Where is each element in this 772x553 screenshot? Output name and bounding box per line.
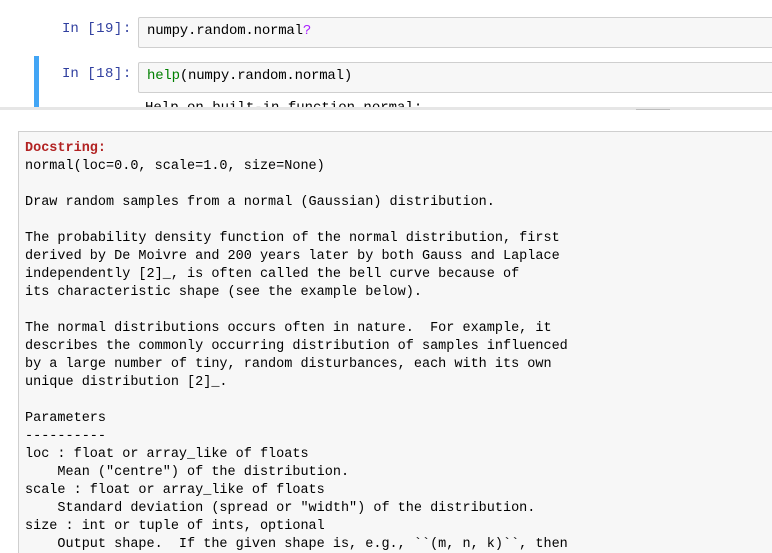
docstring-line: loc : float or array_like of floats	[25, 447, 309, 462]
code-help-operator: ?	[302, 23, 312, 39]
docstring-line: derived by De Moivre and 200 years later…	[25, 249, 560, 264]
notebook-area: In [19]: numpy.random.normal? In [18]: h…	[0, 0, 772, 109]
input-prompt: In [19]:	[62, 21, 132, 37]
prompt-number: [18]:	[87, 66, 132, 82]
docstring-header: Docstring:	[25, 141, 107, 156]
docstring-line: Output shape. If the given shape is, e.g…	[25, 537, 568, 552]
docstring-line: normal(loc=0.0, scale=1.0, size=None)	[25, 159, 325, 174]
docstring-line: size : int or tuple of ints, optional	[25, 519, 325, 534]
docstring-body: normal(loc=0.0, scale=1.0, size=None) Dr…	[25, 159, 568, 552]
code-cell[interactable]: In [19]: numpy.random.normal?	[36, 11, 772, 49]
docstring-line: Mean ("centre") of the distribution.	[25, 465, 350, 480]
docstring-line: its characteristic shape (see the exampl…	[25, 285, 422, 300]
input-prompt: In [18]:	[62, 66, 132, 82]
code-input[interactable]: numpy.random.normal?	[138, 17, 772, 48]
selection-indicator	[34, 56, 39, 109]
docstring-text: Docstring: normal(loc=0.0, scale=1.0, si…	[25, 140, 568, 553]
docstring-line: Parameters	[25, 411, 107, 426]
code-args: (numpy.random.normal)	[179, 68, 353, 84]
docstring-line: The normal distributions occurs often in…	[25, 321, 552, 336]
docstring-line: describes the commonly occurring distrib…	[25, 339, 568, 354]
help-pager[interactable]: Docstring: normal(loc=0.0, scale=1.0, si…	[0, 113, 772, 553]
docstring-line: scale : float or array_like of floats	[25, 483, 325, 498]
prompt-label: In	[62, 66, 79, 82]
code-cell-selected[interactable]: In [18]: help(numpy.random.normal)	[34, 56, 772, 109]
code-text: numpy.random.normal?	[147, 23, 311, 39]
code-call: numpy.random.normal	[147, 23, 303, 39]
docstring-line: by a large number of tiny, random distur…	[25, 357, 552, 372]
docstring-line: Draw random samples from a normal (Gauss…	[25, 195, 495, 210]
docstring-line: independently [2]_, is often called the …	[25, 267, 520, 282]
code-input[interactable]: help(numpy.random.normal)	[138, 62, 772, 93]
docstring-line: ----------	[25, 429, 107, 444]
docstring-line: Standard deviation (spread or "width") o…	[25, 501, 536, 516]
code-keyword: help	[147, 68, 180, 84]
prompt-number: [19]:	[87, 21, 132, 37]
prompt-label: In	[62, 21, 79, 37]
code-text: help(numpy.random.normal)	[147, 68, 352, 84]
docstring-line: The probability density function of the …	[25, 231, 560, 246]
pager-content: Docstring: normal(loc=0.0, scale=1.0, si…	[18, 131, 772, 553]
docstring-line: unique distribution [2]_.	[25, 375, 228, 390]
